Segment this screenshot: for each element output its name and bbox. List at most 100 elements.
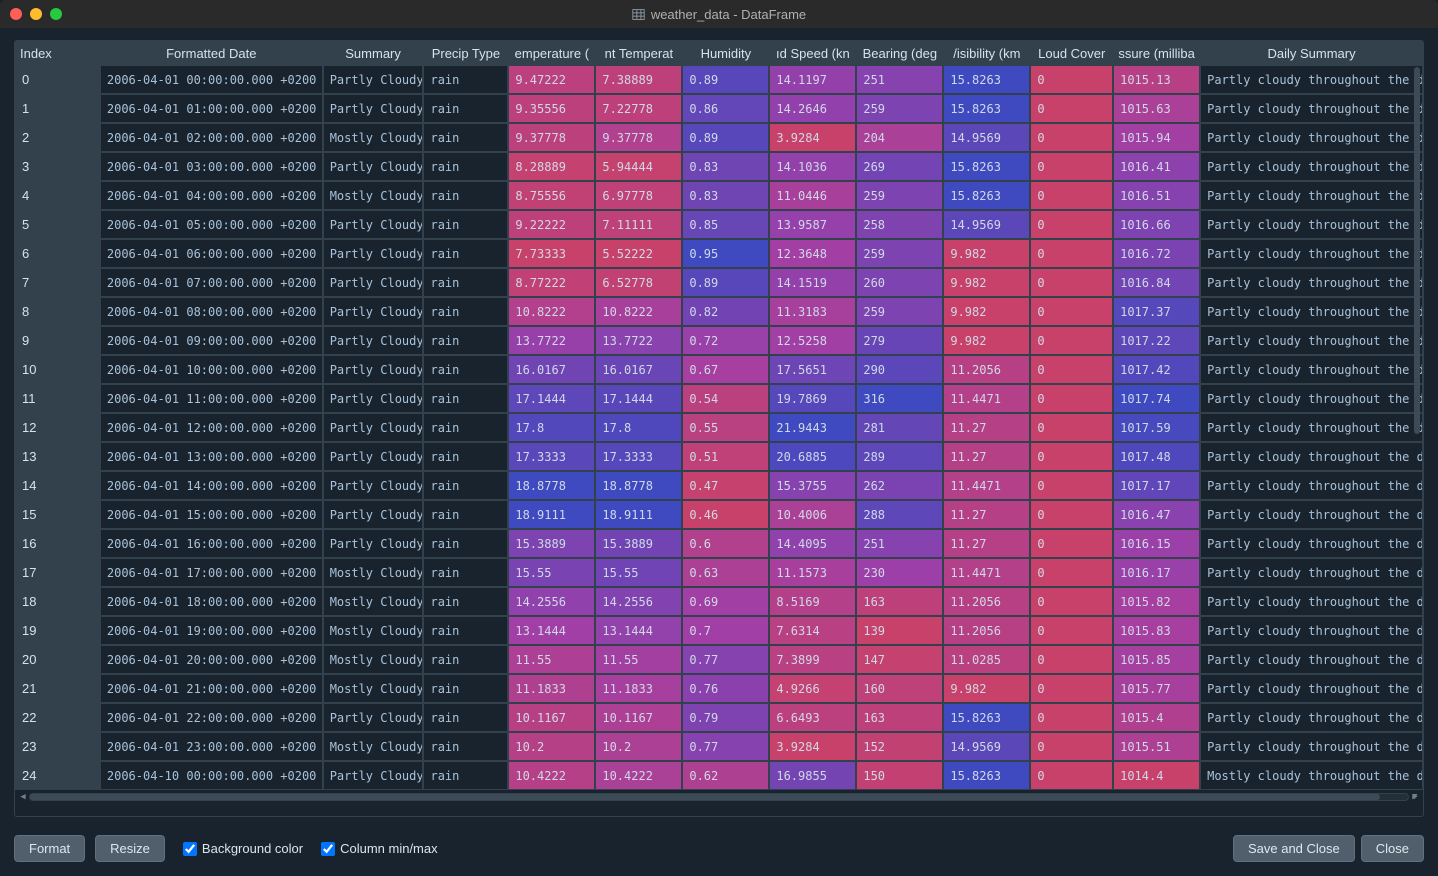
cell-summary[interactable]: Partly Cloudy [323,152,424,181]
cell-temp[interactable]: 11.55 [508,645,595,674]
cell-precip[interactable]: rain [423,210,508,239]
cell-temp[interactable]: 8.75556 [508,181,595,210]
cell-cloud[interactable]: 0 [1030,152,1113,181]
cell-humidity[interactable]: 0.62 [682,761,769,790]
cell-precip[interactable]: rain [423,732,508,761]
cell-cloud[interactable]: 0 [1030,65,1113,94]
cell-pressure[interactable]: 1016.72 [1113,239,1200,268]
scrollbar-thumb[interactable] [1414,67,1420,434]
table-row[interactable]: 242006-04-10 00:00:00.000 +0200Partly Cl… [15,761,1423,790]
cell-precip[interactable]: rain [423,355,508,384]
cell-temp[interactable]: 15.3889 [508,529,595,558]
cell-bearing[interactable]: 160 [856,674,943,703]
cell-precip[interactable]: rain [423,268,508,297]
cell-apptemp[interactable]: 5.94444 [595,152,682,181]
cell-visibility[interactable]: 9.982 [943,674,1030,703]
cell-pressure[interactable]: 1017.59 [1113,413,1200,442]
cell-date[interactable]: 2006-04-10 00:00:00.000 +0200 [100,761,323,790]
cell-index[interactable]: 10 [15,355,100,384]
cell-apptemp[interactable]: 13.7722 [595,326,682,355]
cell-visibility[interactable]: 9.982 [943,326,1030,355]
vertical-scrollbar[interactable]: ▼ [1414,67,1420,800]
cell-bearing[interactable]: 262 [856,471,943,500]
column-header-bearing[interactable]: Bearing (deg [856,41,943,65]
cell-temp[interactable]: 17.8 [508,413,595,442]
cell-pressure[interactable]: 1016.15 [1113,529,1200,558]
cell-summary[interactable]: Mostly Cloudy [323,616,424,645]
cell-visibility[interactable]: 9.982 [943,268,1030,297]
cell-windspeed[interactable]: 19.7869 [769,384,856,413]
table-row[interactable]: 62006-04-01 06:00:00.000 +0200Partly Clo… [15,239,1423,268]
cell-humidity[interactable]: 0.54 [682,384,769,413]
cell-date[interactable]: 2006-04-01 01:00:00.000 +0200 [100,94,323,123]
cell-apptemp[interactable]: 10.4222 [595,761,682,790]
cell-date[interactable]: 2006-04-01 19:00:00.000 +0200 [100,616,323,645]
cell-pressure[interactable]: 1016.41 [1113,152,1200,181]
cell-daily[interactable]: Partly cloudy throughout the day [1200,732,1423,761]
cell-date[interactable]: 2006-04-01 14:00:00.000 +0200 [100,471,323,500]
cell-apptemp[interactable]: 17.1444 [595,384,682,413]
cell-bearing[interactable]: 281 [856,413,943,442]
cell-precip[interactable]: rain [423,645,508,674]
column-minmax-toggle[interactable]: Column min/max [321,841,438,856]
cell-cloud[interactable]: 0 [1030,529,1113,558]
table-row[interactable]: 22006-04-01 02:00:00.000 +0200Mostly Clo… [15,123,1423,152]
column-minmax-checkbox[interactable] [321,842,335,856]
cell-pressure[interactable]: 1017.42 [1113,355,1200,384]
cell-cloud[interactable]: 0 [1030,471,1113,500]
cell-index[interactable]: 3 [15,152,100,181]
cell-index[interactable]: 13 [15,442,100,471]
cell-temp[interactable]: 10.4222 [508,761,595,790]
cell-temp[interactable]: 17.3333 [508,442,595,471]
cell-cloud[interactable]: 0 [1030,413,1113,442]
cell-cloud[interactable]: 0 [1030,587,1113,616]
cell-bearing[interactable]: 163 [856,703,943,732]
scrollbar-thumb[interactable] [30,794,1380,800]
column-header-visibility[interactable]: /isibility (km [943,41,1030,65]
cell-windspeed[interactable]: 14.1519 [769,268,856,297]
cell-summary[interactable]: Mostly Cloudy [323,558,424,587]
table-row[interactable]: 162006-04-01 16:00:00.000 +0200Partly Cl… [15,529,1423,558]
cell-precip[interactable]: rain [423,65,508,94]
cell-cloud[interactable]: 0 [1030,326,1113,355]
cell-daily[interactable]: Partly cloudy throughout the day [1200,326,1423,355]
cell-index[interactable]: 0 [15,65,100,94]
cell-windspeed[interactable]: 3.9284 [769,123,856,152]
cell-apptemp[interactable]: 7.38889 [595,65,682,94]
cell-daily[interactable]: Partly cloudy throughout the day [1200,442,1423,471]
cell-windspeed[interactable]: 12.5258 [769,326,856,355]
column-header-index[interactable]: Index [15,41,100,65]
cell-temp[interactable]: 13.7722 [508,326,595,355]
cell-cloud[interactable]: 0 [1030,355,1113,384]
column-header-summary[interactable]: Summary [323,41,424,65]
cell-index[interactable]: 17 [15,558,100,587]
cell-windspeed[interactable]: 14.1197 [769,65,856,94]
cell-precip[interactable]: rain [423,181,508,210]
cell-apptemp[interactable]: 6.97778 [595,181,682,210]
cell-precip[interactable]: rain [423,326,508,355]
cell-precip[interactable]: rain [423,152,508,181]
cell-pressure[interactable]: 1016.51 [1113,181,1200,210]
table-row[interactable]: 32006-04-01 03:00:00.000 +0200Partly Clo… [15,152,1423,181]
cell-precip[interactable]: rain [423,616,508,645]
cell-daily[interactable]: Partly cloudy throughout the day [1200,94,1423,123]
cell-windspeed[interactable]: 14.4095 [769,529,856,558]
dataframe-table[interactable]: IndexFormatted DateSummaryPrecip Typeemp… [15,41,1423,790]
cell-date[interactable]: 2006-04-01 06:00:00.000 +0200 [100,239,323,268]
table-row[interactable]: 122006-04-01 12:00:00.000 +0200Partly Cl… [15,413,1423,442]
cell-index[interactable]: 5 [15,210,100,239]
scroll-down-icon[interactable]: ▼ [1412,792,1417,802]
cell-cloud[interactable]: 0 [1030,674,1113,703]
cell-precip[interactable]: rain [423,94,508,123]
cell-humidity[interactable]: 0.6 [682,529,769,558]
cell-visibility[interactable]: 9.982 [943,297,1030,326]
cell-daily[interactable]: Partly cloudy throughout the day [1200,413,1423,442]
cell-date[interactable]: 2006-04-01 18:00:00.000 +0200 [100,587,323,616]
cell-pressure[interactable]: 1016.47 [1113,500,1200,529]
cell-daily[interactable]: Partly cloudy throughout the day [1200,529,1423,558]
cell-date[interactable]: 2006-04-01 04:00:00.000 +0200 [100,181,323,210]
cell-visibility[interactable]: 11.4471 [943,558,1030,587]
cell-humidity[interactable]: 0.79 [682,703,769,732]
cell-daily[interactable]: Mostly cloudy throughout the day [1200,761,1423,790]
table-row[interactable]: 102006-04-01 10:00:00.000 +0200Partly Cl… [15,355,1423,384]
